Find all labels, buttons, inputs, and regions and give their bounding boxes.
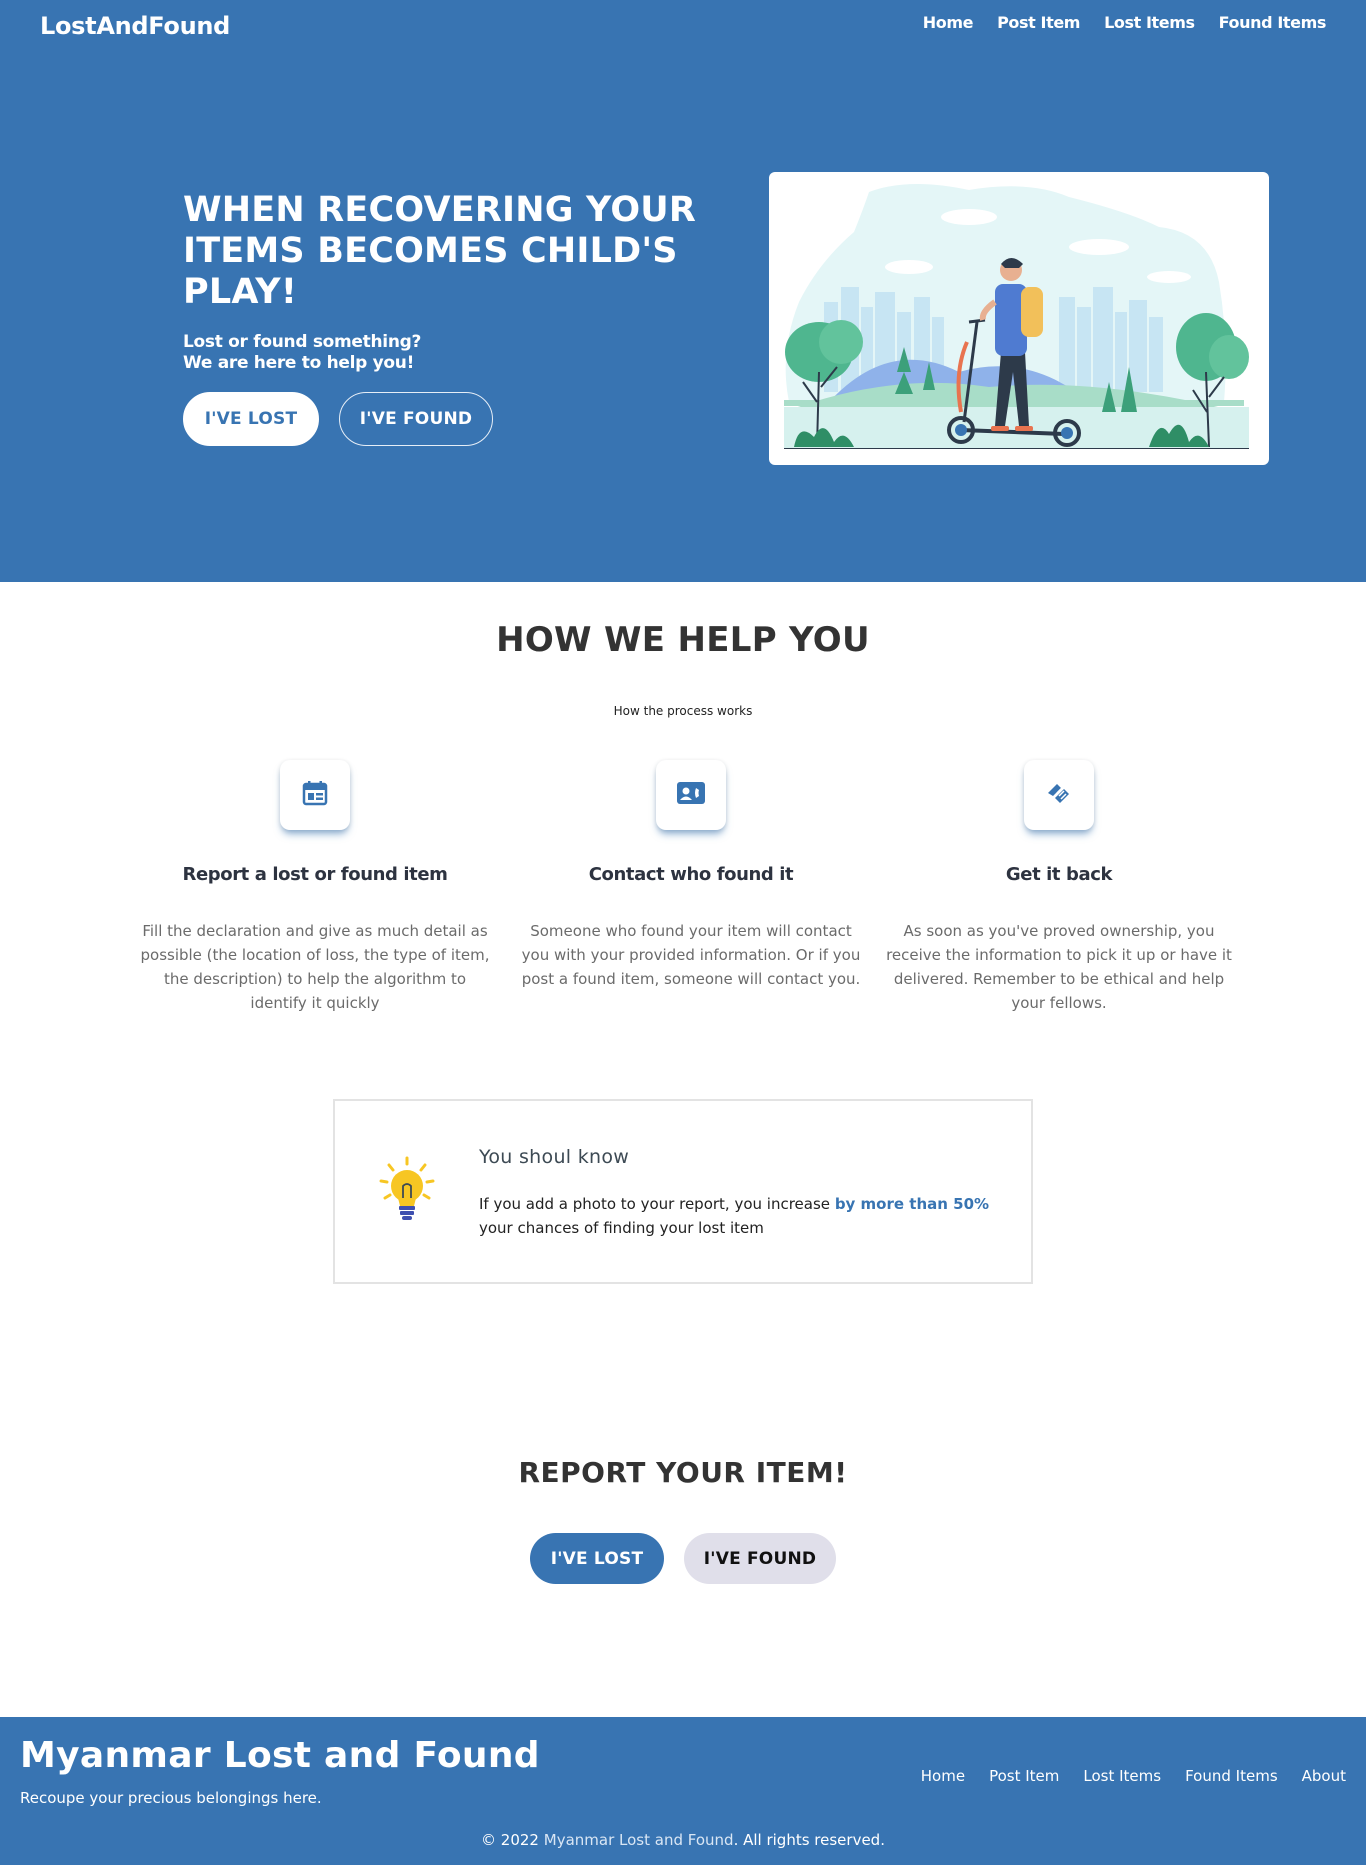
brand-logo[interactable]: LostAndFound (40, 12, 230, 40)
step-report: Report a lost or found item Fill the dec… (130, 760, 500, 1015)
step-title: Contact who found it (588, 864, 794, 885)
report-found-button[interactable]: I'VE FOUND (684, 1533, 836, 1584)
step-get-back: Get it back As soon as you've proved own… (874, 760, 1244, 1015)
tip-title: You shoul know (479, 1146, 630, 1168)
footer-nav-post-item[interactable]: Post Item (989, 1767, 1059, 1785)
hero-section: LostAndFound Home Post Item Lost Items F… (0, 0, 1366, 582)
footer-nav-lost-items[interactable]: Lost Items (1083, 1767, 1161, 1785)
step-description: Fill the declaration and give as much de… (140, 922, 490, 1012)
copyright-suffix: . All rights reserved. (733, 1831, 885, 1849)
step-icon-box (1024, 760, 1094, 830)
how-section-subtitle: How the process works (613, 704, 753, 718)
report-title: REPORT YOUR ITEM! (518, 1456, 848, 1489)
step-contact: Contact who found it Someone who found y… (506, 760, 876, 991)
footer-nav-about[interactable]: About (1302, 1767, 1346, 1785)
hero-buttons: I'VE LOST I'VE FOUND (183, 392, 493, 446)
handshake-icon (1045, 781, 1073, 809)
copyright-name[interactable]: Myanmar Lost and Found (544, 1831, 734, 1849)
step-title: Report a lost or found item (182, 864, 448, 885)
footer: Myanmar Lost and Found Recoupe your prec… (0, 1717, 1366, 1865)
contact-card-icon (676, 781, 706, 809)
tip-text: If you add a photo to your report, you i… (479, 1192, 999, 1240)
copyright-prefix: © 2022 (481, 1831, 539, 1849)
footer-title: Myanmar Lost and Found (20, 1735, 540, 1776)
nav-home[interactable]: Home (923, 13, 974, 32)
hero-illustration (769, 172, 1269, 465)
footer-nav-home[interactable]: Home (921, 1767, 965, 1785)
report-lost-button[interactable]: I'VE LOST (530, 1533, 664, 1584)
hero-subtitle-line-2: We are here to help you! (183, 353, 415, 373)
step-description: As soon as you've proved ownership, you … (886, 922, 1232, 1012)
report-buttons: I'VE LOST I'VE FOUND (0, 1533, 1366, 1584)
tip-highlight: by more than 50% (834, 1195, 990, 1213)
step-title: Get it back (1005, 864, 1113, 885)
tip-text-before: If you add a photo to your report, you i… (479, 1195, 831, 1213)
hero-lost-button[interactable]: I'VE LOST (183, 392, 319, 446)
step-description: Someone who found your item will contact… (521, 922, 861, 988)
nav-lost-items[interactable]: Lost Items (1104, 13, 1195, 32)
footer-nav-found-items[interactable]: Found Items (1185, 1767, 1278, 1785)
nav-found-items[interactable]: Found Items (1219, 13, 1327, 32)
step-icon-box (280, 760, 350, 830)
tip-card: You shoul know If you add a photo to you… (333, 1099, 1033, 1284)
how-section-title: HOW WE HELP YOU (496, 620, 870, 660)
footer-nav: Home Post Item Lost Items Found Items Ab… (921, 1767, 1346, 1785)
step-icon-box (656, 760, 726, 830)
main-nav: Home Post Item Lost Items Found Items (923, 13, 1327, 32)
hero-subtitle-line-1: Lost or found something? (183, 332, 422, 352)
tip-text-after: your chances of finding your lost item (479, 1219, 764, 1237)
lightbulb-icon (377, 1156, 437, 1230)
nav-post-item[interactable]: Post Item (997, 13, 1080, 32)
hero-subtitle: Lost or found something? We are here to … (183, 332, 421, 374)
hero-title: WHEN RECOVERING YOUR ITEMS BECOMES CHILD… (183, 190, 697, 312)
calendar-table-icon (302, 780, 328, 810)
footer-tagline: Recoupe your precious belongings here. (20, 1789, 322, 1807)
hero-found-button[interactable]: I'VE FOUND (339, 392, 493, 446)
copyright: © 2022 Myanmar Lost and Found. All right… (0, 1831, 1366, 1849)
